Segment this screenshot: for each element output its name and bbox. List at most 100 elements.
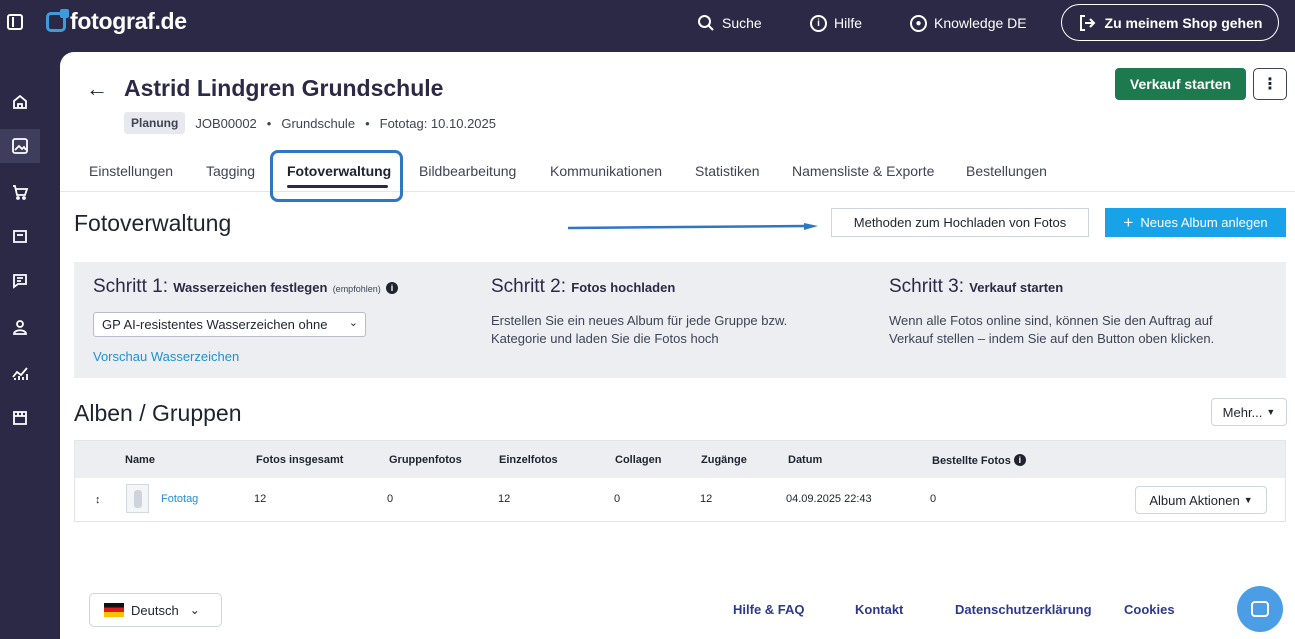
logo-text: fotograf.de: [70, 8, 187, 34]
tab-highlight-frame: [270, 150, 403, 202]
step-1: Schritt 1: Wasserzeichen festlegen (empf…: [93, 276, 398, 298]
sidebar-item-cart[interactable]: [0, 175, 40, 209]
meta-separator: •: [365, 115, 370, 131]
back-arrow-icon[interactable]: ←: [86, 76, 108, 102]
language-label: Deutsch: [131, 602, 179, 618]
knowledge-link[interactable]: ● Knowledge DE: [910, 0, 1027, 46]
watermark-select[interactable]: GP AI-resistentes Wasserzeichen ohne ⌄: [93, 312, 366, 337]
cell-date: 04.09.2025 22:43: [786, 493, 872, 505]
german-flag-icon: [104, 603, 124, 617]
info-icon[interactable]: i: [386, 282, 398, 294]
albums-title: Alben / Gruppen: [74, 400, 242, 426]
tab-kommunikationen[interactable]: Kommunikationen: [550, 163, 662, 179]
table-header: Name Fotos insgesamt Gruppenfotos Einzel…: [75, 441, 1285, 478]
cell-group: 0: [387, 493, 394, 505]
search-icon: [698, 15, 714, 31]
panel-toggle-icon[interactable]: [7, 14, 23, 30]
caret-down-icon: ▼: [1243, 495, 1253, 505]
info-icon[interactable]: i: [1013, 454, 1026, 466]
photo-day: Fototag: 10.10.2025: [379, 115, 496, 131]
chat-button[interactable]: [1237, 586, 1283, 632]
tab-bar: Einstellungen Tagging Fotoverwaltung Bil…: [60, 154, 1295, 192]
tab-statistiken[interactable]: Statistiken: [695, 163, 760, 179]
column-header: Einzelfotos: [499, 454, 558, 466]
watermark-select-value: GP AI-resistentes Wasserzeichen ohne: [102, 317, 328, 332]
section-title: Fotoverwaltung: [74, 210, 232, 236]
column-header: Name: [125, 454, 155, 466]
cart-icon: [13, 185, 29, 200]
sidebar-item-orders[interactable]: [0, 219, 40, 253]
annotation-arrow-icon: [568, 223, 818, 230]
image-icon: [12, 138, 28, 154]
album-thumbnail: [126, 484, 149, 513]
go-to-shop-button[interactable]: Zu meinem Shop gehen: [1061, 4, 1279, 41]
step-1-prefix: Schritt 1:: [93, 276, 168, 297]
tab-einstellungen[interactable]: Einstellungen: [89, 163, 173, 179]
footer-link-cookies[interactable]: Cookies: [1124, 602, 1175, 617]
step-2: Schritt 2: Fotos hochladen Erstellen Sie…: [491, 276, 831, 348]
album-actions-button[interactable]: Album Aktionen ▼: [1135, 486, 1267, 514]
step-3: Schritt 3: Verkauf starten Wenn alle Fot…: [889, 276, 1259, 348]
knowledge-label: Knowledge DE: [934, 15, 1027, 31]
search-label: Suche: [722, 15, 762, 31]
job-id: JOB00002: [195, 115, 257, 131]
cell-total: 12: [254, 493, 267, 505]
top-bar: fotograf.de Suche i Hilfe ● Knowledge DE…: [0, 0, 1295, 46]
watermark-preview-link[interactable]: Vorschau Wasserzeichen: [93, 349, 239, 364]
main-panel: ← Astrid Lindgren Grundschule Planung JO…: [60, 52, 1295, 639]
column-header: Bestellte Fotos i: [932, 454, 1026, 467]
sidebar-item-messages[interactable]: [0, 264, 40, 298]
footer-link-help[interactable]: Hilfe & FAQ: [733, 602, 805, 617]
home-icon: [13, 94, 27, 109]
upload-methods-button[interactable]: Methoden zum Hochladen von Fotos: [831, 208, 1089, 237]
column-header: Collagen: [615, 454, 662, 466]
start-sale-button[interactable]: Verkauf starten: [1115, 68, 1246, 100]
tab-tagging[interactable]: Tagging: [206, 163, 255, 179]
column-header: Zugänge: [701, 454, 747, 466]
step-1-note: (empfohlen): [332, 284, 381, 294]
tab-bildbearbeitung[interactable]: Bildbearbeitung: [419, 163, 516, 179]
column-header: Fotos insgesamt: [256, 454, 344, 466]
chat-icon: [1251, 601, 1269, 617]
more-options-button[interactable]: ⋮: [1253, 68, 1287, 100]
album-name-link[interactable]: Fototag: [161, 493, 198, 505]
drag-handle-icon[interactable]: ↕: [95, 494, 101, 506]
logo-mark-icon: [46, 8, 69, 32]
meta-separator: •: [266, 115, 272, 131]
page-title: Astrid Lindgren Grundschule: [124, 75, 444, 101]
new-album-label: Neues Album anlegen: [1140, 215, 1268, 230]
album-actions-label: Album Aktionen: [1149, 492, 1240, 508]
tab-bestellungen[interactable]: Bestellungen: [966, 163, 1047, 179]
go-to-shop-label: Zu meinem Shop gehen: [1104, 14, 1263, 31]
cell-single: 12: [498, 493, 511, 505]
job-type: Grundschule: [281, 115, 356, 131]
step-2-text: Erstellen Sie ein neues Album für jede G…: [491, 313, 788, 346]
step-2-prefix: Schritt 2:: [491, 276, 566, 297]
tab-namensliste[interactable]: Namensliste & Exporte: [792, 163, 934, 179]
exit-icon: [1079, 14, 1095, 31]
footer-link-privacy[interactable]: Datenschutzerklärung: [955, 602, 1092, 617]
step-3-title: Verkauf starten: [969, 280, 1064, 295]
footer-link-contact[interactable]: Kontakt: [855, 602, 903, 617]
sidebar-item-shop[interactable]: [0, 401, 40, 435]
status-badge: Planung: [124, 112, 186, 134]
column-header: Datum: [788, 454, 823, 466]
more-button[interactable]: Mehr... ▼: [1211, 398, 1287, 426]
sidebar-item-photos[interactable]: [0, 129, 40, 163]
step-3-prefix: Schritt 3:: [889, 276, 964, 297]
step-2-title: Fotos hochladen: [571, 280, 676, 295]
help-link[interactable]: i Hilfe: [810, 0, 862, 46]
language-select[interactable]: Deutsch ⌄: [89, 593, 222, 627]
help-label: Hilfe: [834, 15, 863, 31]
logo[interactable]: fotograf.de: [46, 8, 187, 35]
sidebar-item-home[interactable]: [0, 85, 40, 119]
sidebar-item-statistics[interactable]: [0, 356, 40, 390]
caret-down-icon: ▼: [1266, 407, 1276, 417]
new-album-button[interactable]: + Neues Album anlegen: [1105, 208, 1286, 237]
sidebar-item-customers[interactable]: [0, 310, 40, 344]
chevron-down-icon: ⌄: [348, 317, 358, 329]
search-link[interactable]: Suche: [697, 0, 762, 46]
store-icon: [13, 411, 27, 425]
person-icon: [13, 320, 27, 335]
column-header: Gruppenfotos: [389, 454, 462, 466]
